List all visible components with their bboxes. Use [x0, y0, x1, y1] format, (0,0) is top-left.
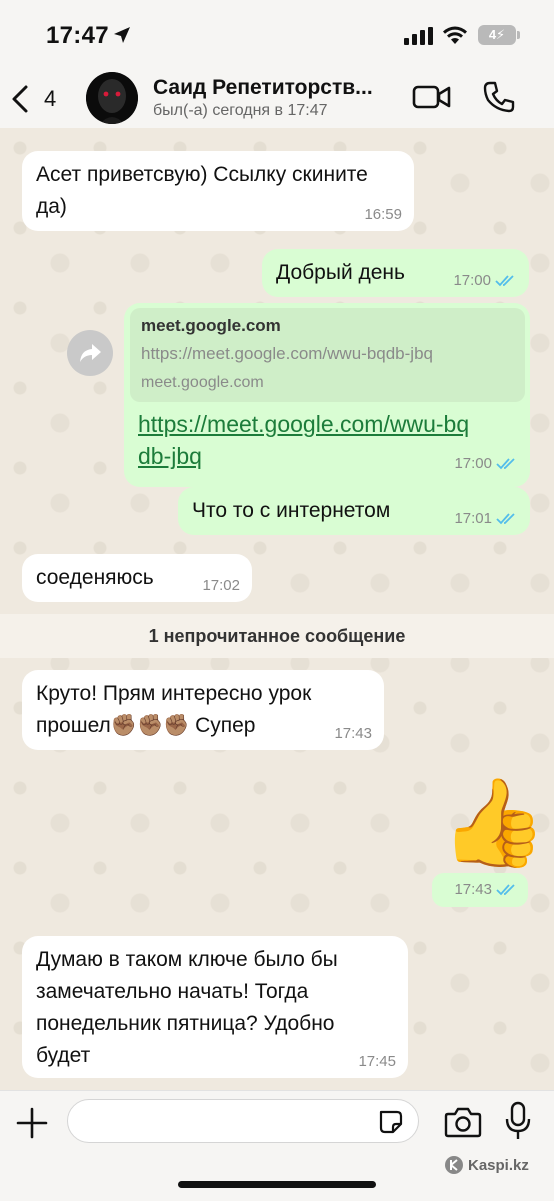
- phone-call-icon[interactable]: [482, 80, 516, 114]
- message-time: 17:45: [358, 1053, 396, 1070]
- contact-last-seen: был(-а) сегодня в 17:47: [153, 102, 328, 119]
- unread-chats-count: 4: [44, 86, 57, 111]
- microphone-icon[interactable]: [504, 1101, 532, 1141]
- link-preview-url: https://meet.google.com/wwu-bqdb-jbq: [141, 344, 433, 363]
- composer-bar: Kaspi.kz: [0, 1090, 554, 1201]
- read-receipt-icon: [496, 458, 515, 470]
- message-outgoing[interactable]: Что то с интернетом 17:01: [178, 487, 530, 535]
- message-text: Что то с интернетом: [192, 499, 391, 522]
- message-text: Думаю в таком ключе было бы замечательно…: [36, 948, 338, 1067]
- link-preview-title: meet.google.com: [141, 316, 281, 335]
- meeting-link[interactable]: https://meet.google.com/wwu-bqdb-jbq: [138, 411, 469, 469]
- share-arrow-icon: [80, 344, 101, 362]
- message-incoming[interactable]: соеденяюсь 17:02: [22, 554, 252, 602]
- message-input[interactable]: [67, 1099, 419, 1143]
- battery-indicator: 4⚡: [478, 25, 516, 45]
- contact-avatar[interactable]: [86, 72, 138, 124]
- message-text: Асет приветсвую) Ссылку скините да): [36, 163, 368, 218]
- thumbs-up-emoji[interactable]: 👍: [440, 778, 547, 868]
- forward-button[interactable]: [67, 330, 113, 376]
- read-receipt-icon: [496, 513, 515, 525]
- message-outgoing[interactable]: Добрый день 17:00: [262, 249, 529, 297]
- avatar-image: [86, 72, 138, 124]
- location-arrow-icon: [114, 27, 130, 43]
- message-time: 17:43: [454, 881, 492, 898]
- message-meta: 17:00: [454, 456, 518, 472]
- back-button[interactable]: 4: [10, 80, 60, 116]
- read-receipt-icon: [495, 275, 514, 287]
- message-incoming[interactable]: Думаю в таком ключе было бы замечательно…: [22, 936, 408, 1078]
- status-time: 17:47: [46, 22, 109, 49]
- contact-name[interactable]: Саид Репетиторств...: [153, 76, 393, 100]
- cellular-signal-icon: [404, 27, 433, 45]
- battery-tip: [517, 31, 520, 39]
- message-time: 17:00: [453, 272, 491, 289]
- plus-icon[interactable]: [14, 1105, 50, 1141]
- chat-header: 4 Саид Репетиторств... был(-а) сегодня в…: [0, 70, 554, 129]
- message-incoming[interactable]: Асет приветсвую) Ссылку скините да) 16:5…: [22, 151, 414, 231]
- read-receipt-icon: [496, 884, 515, 896]
- home-indicator: [178, 1181, 376, 1188]
- link-preview-domain: meet.google.com: [141, 374, 264, 391]
- message-text: Круто! Прям интересно урок прошел✊🏽✊🏽✊🏽 …: [36, 682, 312, 737]
- message-time: 16:59: [364, 206, 402, 223]
- message-time: 17:43: [334, 725, 372, 742]
- status-bar: 17:47 4⚡: [0, 0, 554, 70]
- unread-messages-divider: 1 непрочитанное сообщение: [0, 614, 554, 658]
- message-time: 17:02: [202, 577, 240, 594]
- message-time: 17:01: [454, 510, 492, 527]
- message-incoming[interactable]: Круто! Прям интересно урок прошел✊🏽✊🏽✊🏽 …: [22, 670, 384, 750]
- message-time-pill: 17:43: [432, 873, 528, 907]
- link-container: https://meet.google.com/wwu-bqdb-jbq: [138, 408, 478, 472]
- charging-bolt-icon: ⚡: [496, 27, 506, 42]
- watermark-text: Kaspi.kz: [468, 1156, 529, 1174]
- wifi-icon: [443, 26, 467, 44]
- message-text: Добрый день: [276, 261, 405, 284]
- link-preview-card[interactable]: meet.google.com https://meet.google.com/…: [130, 308, 525, 402]
- message-time: 17:00: [454, 455, 492, 472]
- sticker-icon[interactable]: [377, 1108, 405, 1136]
- video-call-icon[interactable]: [412, 82, 452, 112]
- message-text: соеденяюсь: [36, 566, 154, 589]
- battery-level: 4: [488, 27, 497, 42]
- kaspi-logo-icon: [445, 1156, 463, 1174]
- camera-icon[interactable]: [444, 1105, 482, 1139]
- kaspi-watermark: Kaspi.kz: [444, 1155, 529, 1175]
- chevron-left-icon: [12, 85, 28, 113]
